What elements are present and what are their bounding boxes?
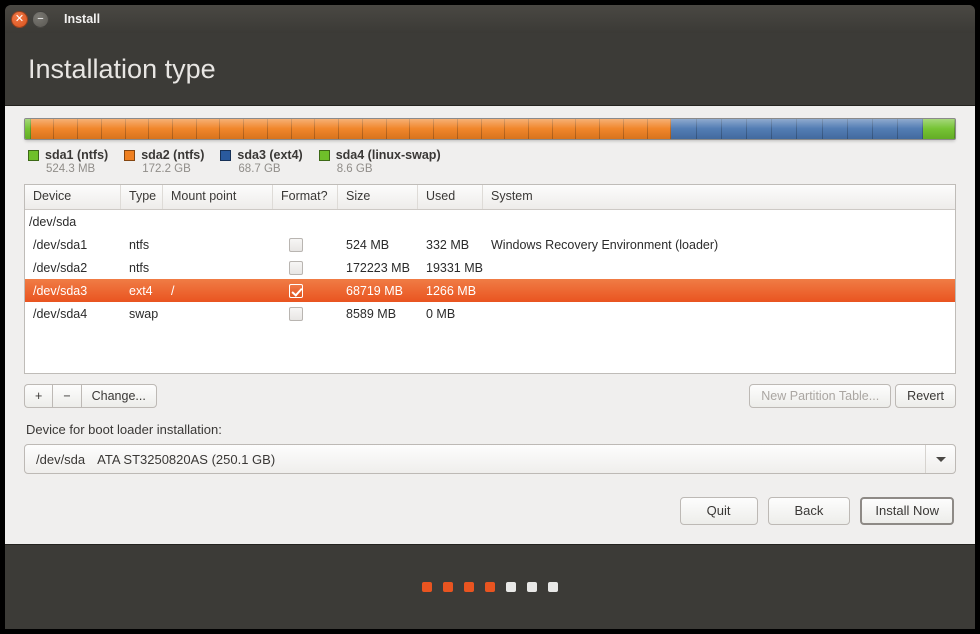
cell-system: Windows Recovery Environment (loader) [491,237,719,252]
progress-dot-4 [485,582,495,592]
partition-bar-section: sda1 (ntfs) 524.3 MB sda2 (ntfs) 172.2 GB sd… [5,106,975,175]
column-header-mount-point[interactable]: Mount point [163,185,273,209]
cell-type: ext4 [129,283,153,298]
progress-dot-7 [548,582,558,592]
boot-loader-description: ATA ST3250820AS (250.1 GB) [97,451,276,467]
column-header-system[interactable]: System [483,185,955,209]
partition-table-group: New Partition Table... Revert [749,384,956,408]
cell-device: /dev/sda3 [33,283,88,298]
new-partition-table-button[interactable]: New Partition Table... [749,384,892,408]
cell-size: 68719 MB [346,283,403,298]
legend-label: sda3 (ext4) [237,148,303,162]
column-header-format[interactable]: Format? [273,185,338,209]
window-titlebar: ✕ − Install [5,5,975,33]
cell-device: /dev/sda4 [33,306,88,321]
cell-device: /dev/sda [29,214,77,229]
legend-item-1: sda2 (ntfs) 172.2 GB [124,148,204,175]
format-checkbox[interactable] [289,260,303,275]
cell-used: 0 MB [426,306,456,321]
legend-size: 68.7 GB [238,163,281,175]
column-header-device[interactable]: Device [25,185,121,209]
cell-used: 332 MB [426,237,470,252]
legend-label: sda4 (linux-swap) [335,148,441,162]
partition-segment-sda4 [923,119,955,139]
cell-type: ntfs [129,237,150,252]
quit-button[interactable]: Quit [679,497,758,525]
cell-device: /dev/sda2 [33,260,88,275]
column-header-type[interactable]: Type [121,185,163,209]
cell-used: 1266 MB [426,283,477,298]
page-header: Installation type [5,33,975,105]
install-window: ✕ − Install Installation type sda1 (ntfs… [5,5,975,629]
cell-device: /dev/sda1 [33,237,88,252]
boot-loader-device-select[interactable]: /dev/sda ATA ST3250820AS (250.1 GB) [24,444,956,474]
cell-format[interactable] [273,260,338,275]
cell-size: 524 MB [346,237,390,252]
window-title: Install [64,12,101,26]
back-button[interactable]: Back [767,497,851,525]
cell-used: 19331 MB [426,260,483,275]
cell-format[interactable] [273,237,338,252]
close-icon[interactable]: ✕ [11,10,28,28]
revert-button[interactable]: Revert [895,384,956,408]
progress-dot-2 [443,582,453,592]
install-now-button[interactable]: Install Now [860,497,954,525]
table-row[interactable]: /dev/sda [25,210,955,233]
legend-size: 172.2 GB [142,163,191,175]
legend-label: sda1 (ntfs) [45,148,109,162]
minimize-icon[interactable]: − [32,10,49,28]
boot-loader-device: /dev/sda [36,451,86,467]
partition-table[interactable]: Device Type Mount point Format? Size Used Syst… [24,184,956,374]
column-header-used[interactable]: Used [418,185,483,209]
legend-swatch-icon [124,149,136,161]
legend-item-2: sda3 (ext4) 68.7 GB [220,148,303,175]
table-row[interactable]: /dev/sda3 ext4 / 68719 MB 1266 MB [25,279,955,302]
legend-item-0: sda1 (ntfs) 524.3 MB [28,148,108,175]
cell-format[interactable] [273,306,338,321]
legend-swatch-icon [318,149,330,161]
legend-swatch-icon [28,149,39,161]
format-checkbox[interactable] [289,237,303,252]
cell-size: 172223 MB [346,260,410,275]
cell-mount: / [171,283,175,298]
progress-dot-1 [422,582,432,592]
chevron-down-icon[interactable] [925,445,955,473]
partition-legend: sda1 (ntfs) 524.3 MB sda2 (ntfs) 172.2 GB sd… [26,148,956,175]
boot-loader-label: Device for boot loader installation: [26,422,222,437]
partition-usage-bar [24,118,956,140]
format-checkbox[interactable] [289,283,303,298]
table-row[interactable]: /dev/sda4 swap 8589 MB 0 MB [25,302,955,325]
legend-size: 8.6 GB [336,163,373,175]
cell-type: ntfs [129,260,150,275]
partition-table-body[interactable]: /dev/sda/dev/sda1 ntfs 524 MB 332 MB Windows… [25,210,955,325]
legend-size: 524.3 MB [46,163,96,175]
progress-dot-3 [464,582,474,592]
change-partition-button[interactable]: Change... [80,384,157,408]
partition-segment-sda3 [671,119,924,139]
column-header-size[interactable]: Size [338,185,418,209]
table-row[interactable]: /dev/sda1 ntfs 524 MB 332 MB Windows Recover… [25,233,955,256]
progress-dots [5,545,975,629]
table-row[interactable]: /dev/sda2 ntfs 172223 MB 19331 MB [25,256,955,279]
partition-edit-group: + − Change... [24,384,157,408]
partition-segment-sda2 [30,119,672,139]
partition-table-header: Device Type Mount point Format? Size Used Syst… [25,185,955,210]
add-partition-button[interactable]: + [24,384,53,408]
format-checkbox[interactable] [289,306,303,321]
legend-item-3: sda4 (linux-swap) 8.6 GB [318,148,441,175]
cell-format[interactable] [273,283,338,298]
main-content: sda1 (ntfs) 524.3 MB sda2 (ntfs) 172.2 GB sd… [5,105,975,545]
progress-dot-5 [506,582,516,592]
boot-loader-selected-value: /dev/sda ATA ST3250820AS (250.1 GB) [25,452,275,467]
action-buttons: Quit Back Install Now [5,497,954,525]
progress-dot-6 [527,582,537,592]
page-title: Installation type [28,53,216,84]
cell-size: 8589 MB [346,306,397,321]
cell-type: swap [129,306,159,321]
remove-partition-button[interactable]: − [52,384,81,408]
legend-swatch-icon [220,149,232,161]
legend-label: sda2 (ntfs) [141,148,205,162]
partition-toolbar: + − Change... New Partition Table... Rev… [24,384,956,408]
